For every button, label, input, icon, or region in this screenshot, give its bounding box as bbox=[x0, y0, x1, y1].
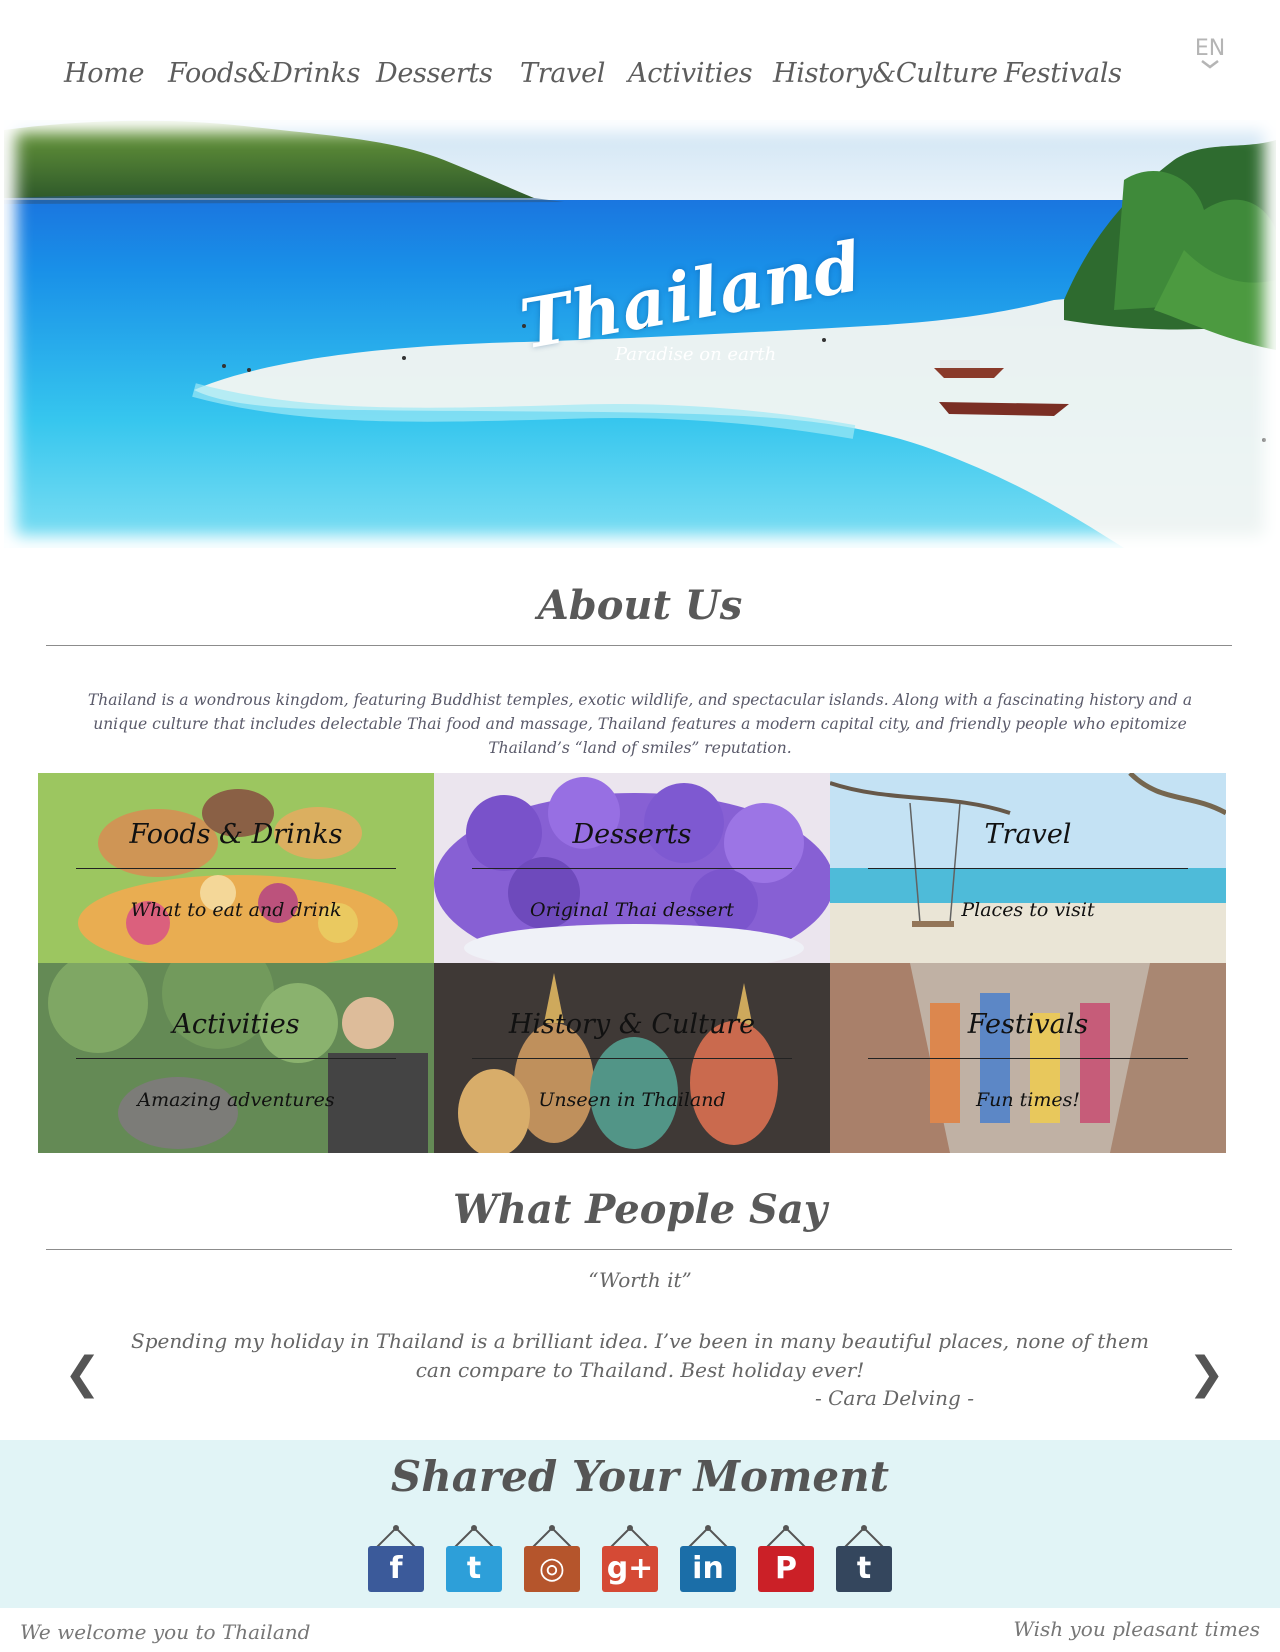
next-arrow-icon[interactable]: ❯ bbox=[1188, 1352, 1225, 1396]
tile-title: Festivals bbox=[967, 1009, 1089, 1040]
social-glyph: t bbox=[856, 1551, 872, 1586]
tile-divider bbox=[868, 868, 1188, 869]
nav-home[interactable]: Home bbox=[64, 58, 144, 89]
nav-travel[interactable]: Travel bbox=[520, 58, 605, 89]
tile-divider bbox=[472, 1058, 792, 1059]
social-glyph: f bbox=[389, 1551, 403, 1586]
social-glyph: g+ bbox=[606, 1551, 654, 1586]
share-section: Shared Your Moment f t ◎ g+ in Pt bbox=[0, 1440, 1280, 1608]
tile-title: Desserts bbox=[572, 819, 692, 850]
testimonial-body: Spending my holiday in Thailand is a bri… bbox=[131, 1329, 1149, 1382]
nav-desserts[interactable]: Desserts bbox=[376, 58, 493, 89]
about-heading: About Us bbox=[537, 582, 743, 629]
tile-divider bbox=[76, 1058, 396, 1059]
category-grid: Foods & Drinks What to eat and drink Des… bbox=[38, 773, 1226, 1153]
hero-tagline: Paradise on earth bbox=[615, 344, 777, 365]
social-glyph: t bbox=[466, 1551, 482, 1586]
language-label: EN bbox=[1194, 36, 1226, 61]
about-divider bbox=[46, 645, 1232, 646]
social-glyph: in bbox=[692, 1551, 724, 1586]
tile-activities[interactable]: Activities Amazing adventures bbox=[38, 963, 434, 1153]
footer-left-text: We welcome you to Thailand bbox=[20, 1620, 311, 1644]
tile-subtitle: Fun times! bbox=[975, 1089, 1081, 1111]
tile-travel[interactable]: Travel Places to visit bbox=[830, 773, 1226, 963]
tile-divider bbox=[868, 1058, 1188, 1059]
tile-subtitle: Amazing adventures bbox=[137, 1089, 335, 1111]
tile-subtitle: Places to visit bbox=[961, 899, 1095, 921]
tile-history-culture[interactable]: History & Culture Unseen in Thailand bbox=[434, 963, 830, 1153]
footer-right-text: Wish you pleasant times bbox=[1013, 1617, 1260, 1641]
tile-title: Activities bbox=[172, 1009, 300, 1040]
facebook-icon[interactable]: f bbox=[364, 1524, 428, 1596]
about-text: Thailand is a wondrous kingdom, featurin… bbox=[87, 691, 1193, 757]
testimonial-author: - Cara Delving - bbox=[815, 1386, 974, 1410]
pinterest-icon[interactable]: P bbox=[754, 1524, 818, 1596]
instagram-icon[interactable]: ◎ bbox=[520, 1524, 584, 1596]
tile-divider bbox=[76, 868, 396, 869]
hero-logo: Thailand Paradise on earth bbox=[509, 227, 868, 382]
hero-slider: Thailand Paradise on earth bbox=[4, 120, 1276, 548]
google-plus-icon[interactable]: g+ bbox=[598, 1524, 662, 1596]
tile-desserts[interactable]: Desserts Original Thai dessert bbox=[434, 773, 830, 963]
tile-foods-drinks[interactable]: Foods & Drinks What to eat and drink bbox=[38, 773, 434, 963]
tile-title: History & Culture bbox=[508, 1009, 756, 1040]
tile-subtitle: Original Thai dessert bbox=[530, 899, 734, 921]
testimonials-heading: What People Say bbox=[452, 1186, 828, 1233]
nav-foods-drinks[interactable]: Foods&Drinks bbox=[168, 58, 360, 89]
twitter-icon[interactable]: t bbox=[442, 1524, 506, 1596]
tile-festivals[interactable]: Festivals Fun times! bbox=[830, 963, 1226, 1153]
share-heading: Shared Your Moment bbox=[390, 1452, 890, 1501]
language-selector[interactable]: EN bbox=[1192, 36, 1228, 69]
main-nav: Home Foods&Drinks Desserts Travel Activi… bbox=[0, 0, 1280, 118]
tile-subtitle: Unseen in Thailand bbox=[538, 1089, 726, 1111]
nav-history-culture[interactable]: History&Culture bbox=[773, 58, 998, 89]
tile-title: Foods & Drinks bbox=[129, 819, 343, 850]
prev-arrow-icon[interactable]: ❮ bbox=[64, 1352, 101, 1396]
social-glyph: ◎ bbox=[538, 1551, 566, 1586]
social-glyph: P bbox=[775, 1551, 797, 1586]
nav-activities[interactable]: Activities bbox=[628, 58, 753, 89]
linkedin-icon[interactable]: in bbox=[676, 1524, 740, 1596]
tile-subtitle: What to eat and drink bbox=[130, 899, 342, 921]
tile-title: Travel bbox=[984, 819, 1072, 850]
nav-festivals[interactable]: Festivals bbox=[1004, 58, 1122, 89]
tumblr-icon[interactable]: t bbox=[832, 1524, 896, 1596]
testimonials-divider bbox=[46, 1249, 1232, 1250]
tile-divider bbox=[472, 868, 792, 869]
testimonial-headline: “Worth it” bbox=[588, 1268, 692, 1292]
